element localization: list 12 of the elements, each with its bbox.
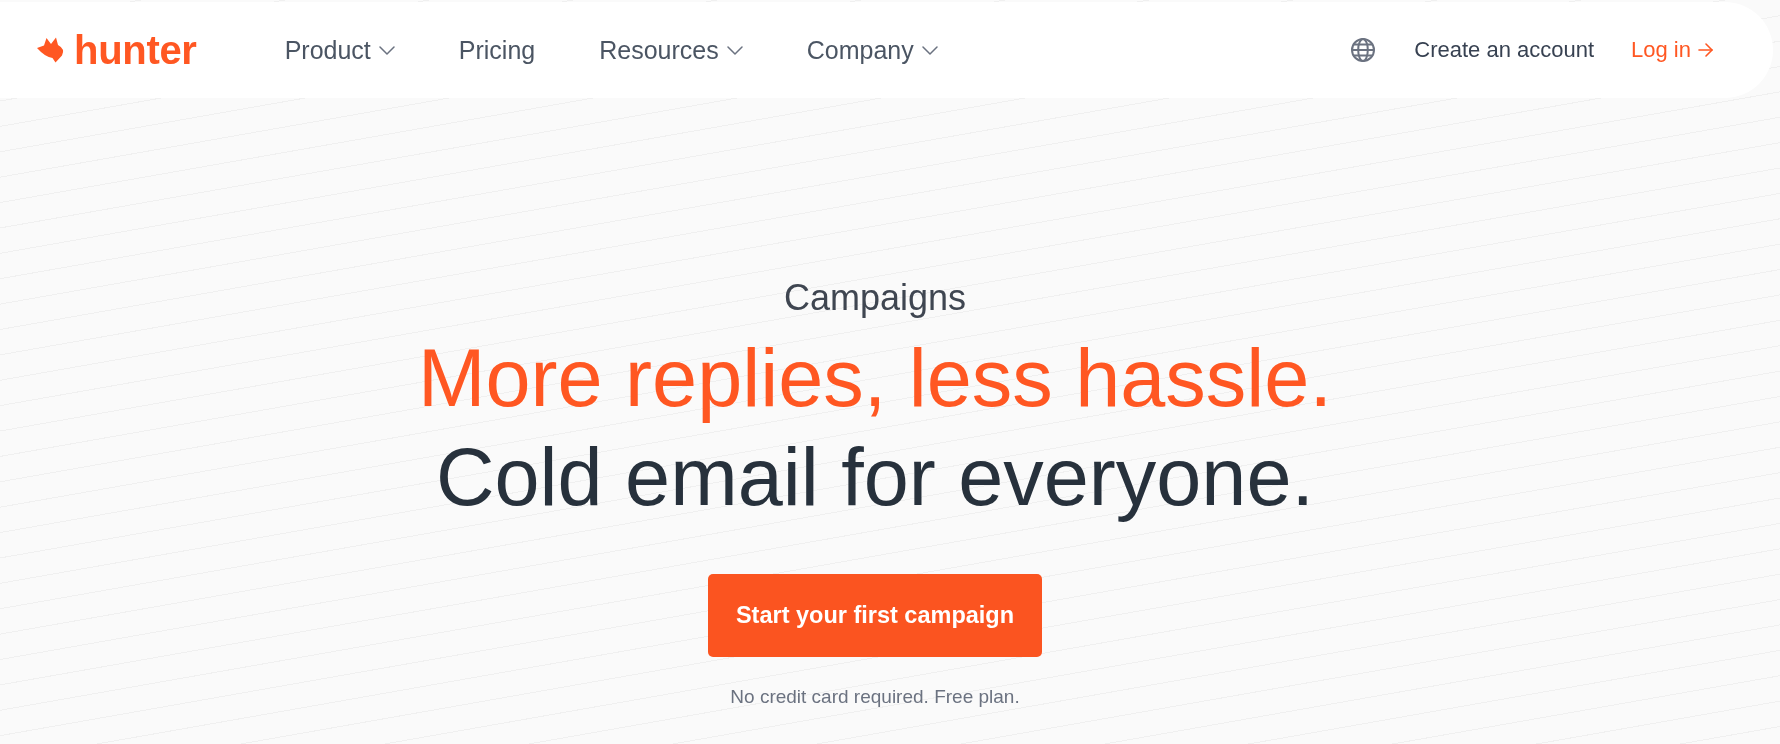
product-label: Campaigns xyxy=(783,276,967,319)
globe-icon[interactable] xyxy=(1350,37,1377,63)
fox-head-icon xyxy=(36,37,66,63)
create-account-link[interactable]: Create an account xyxy=(1414,36,1595,64)
nav-link[interactable]: Resources xyxy=(599,35,743,65)
nav-link[interactable]: Pricing xyxy=(458,35,536,65)
nav-link[interactable]: Company xyxy=(806,35,938,65)
subheadline: Cold email for everyone. xyxy=(436,432,1314,522)
disclaimer-text: No credit card required. Free plan. xyxy=(730,685,1020,709)
nav-link[interactable]: Product xyxy=(284,35,395,65)
headline: More replies, less hassle. xyxy=(418,333,1332,423)
arrow-right-icon xyxy=(1698,43,1713,57)
